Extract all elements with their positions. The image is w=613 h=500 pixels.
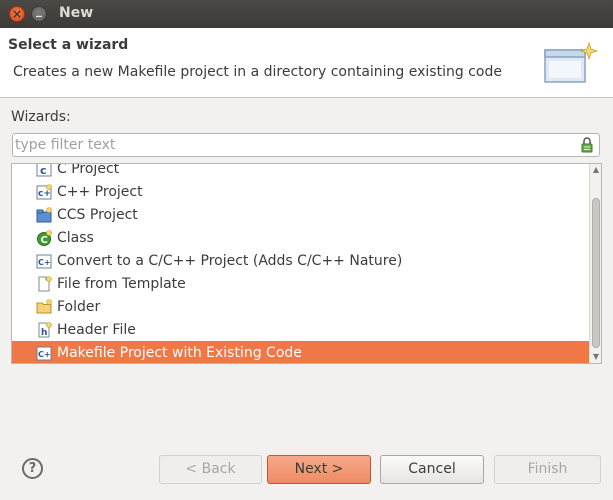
title-bar: × _ New xyxy=(0,0,613,28)
help-icon: ? xyxy=(28,461,37,476)
list-item-label: Class xyxy=(57,229,94,246)
list-item[interactable]: c+ C++ Project xyxy=(12,180,589,203)
list-item[interactable]: File from Template xyxy=(12,272,589,295)
next-button[interactable]: Next > xyxy=(267,455,371,484)
svg-text:c+: c+ xyxy=(38,189,51,199)
close-icon: × xyxy=(11,7,23,21)
list-item[interactable]: c C Project xyxy=(12,163,589,180)
list-item[interactable]: C+ Convert to a C/C++ Project (Adds C/C+… xyxy=(12,249,589,272)
ccs-project-icon xyxy=(36,206,52,222)
svg-text:C+: C+ xyxy=(38,258,51,267)
convert-icon: C+ xyxy=(36,254,52,268)
minimize-window-button[interactable]: _ xyxy=(31,3,47,22)
file-icon xyxy=(38,275,52,291)
list-item-label: C Project xyxy=(57,163,120,177)
minimize-icon: _ xyxy=(36,3,42,17)
list-item-label: CCS Project xyxy=(57,206,138,223)
svg-text:C: C xyxy=(41,235,48,246)
list-item[interactable]: h Header File xyxy=(12,318,589,341)
filter-field[interactable] xyxy=(12,133,600,157)
header-file-icon: h xyxy=(38,321,52,338)
list-item-label: C++ Project xyxy=(57,183,143,200)
wizard-tree[interactable]: c C Project c+ C++ Project CCS Project C… xyxy=(11,163,602,364)
wizard-banner-icon xyxy=(544,41,599,83)
banner-description: Creates a new Makefile project in a dire… xyxy=(13,64,502,80)
vertical-scrollbar[interactable]: ▲ ▼ xyxy=(589,164,601,363)
list-item[interactable]: Folder xyxy=(12,295,589,318)
folder-icon xyxy=(36,298,52,313)
svg-text:h: h xyxy=(41,328,47,338)
finish-button[interactable]: Finish xyxy=(494,455,601,484)
list-item-label: Makefile Project with Existing Code xyxy=(57,344,302,361)
wizards-label: Wizards: xyxy=(11,109,71,125)
window-title: New xyxy=(59,5,94,21)
makefile-project-icon: C+ xyxy=(36,346,52,360)
close-window-button[interactable]: × xyxy=(9,6,25,22)
svg-text:c: c xyxy=(40,164,47,177)
cancel-button[interactable]: Cancel xyxy=(380,455,484,484)
list-item-label: Folder xyxy=(57,298,101,315)
filter-input[interactable] xyxy=(15,135,575,155)
list-item-label: Convert to a C/C++ Project (Adds C/C++ N… xyxy=(57,252,403,269)
scroll-up-arrow-icon[interactable]: ▲ xyxy=(592,166,600,174)
class-icon: C xyxy=(37,229,52,246)
c-project-icon: c xyxy=(36,164,52,177)
list-item-selected[interactable]: C+ Makefile Project with Existing Code xyxy=(12,341,589,363)
list-item-label: File from Template xyxy=(57,275,186,292)
list-item[interactable]: CCS Project xyxy=(12,203,589,226)
cpp-project-icon: c+ xyxy=(36,183,52,199)
back-button[interactable]: < Back xyxy=(159,455,262,484)
scroll-down-arrow-icon[interactable]: ▼ xyxy=(592,353,600,361)
list-item-label: Header File xyxy=(57,321,136,338)
list-item[interactable]: C Class xyxy=(12,226,589,249)
banner-title: Select a wizard xyxy=(8,37,129,53)
wizard-banner: Select a wizard Creates a new Makefile p… xyxy=(0,28,613,98)
help-button[interactable]: ? xyxy=(22,458,43,479)
svg-text:C+: C+ xyxy=(38,350,51,359)
clear-filter-icon[interactable] xyxy=(580,137,594,153)
scrollbar-thumb[interactable] xyxy=(592,198,600,348)
